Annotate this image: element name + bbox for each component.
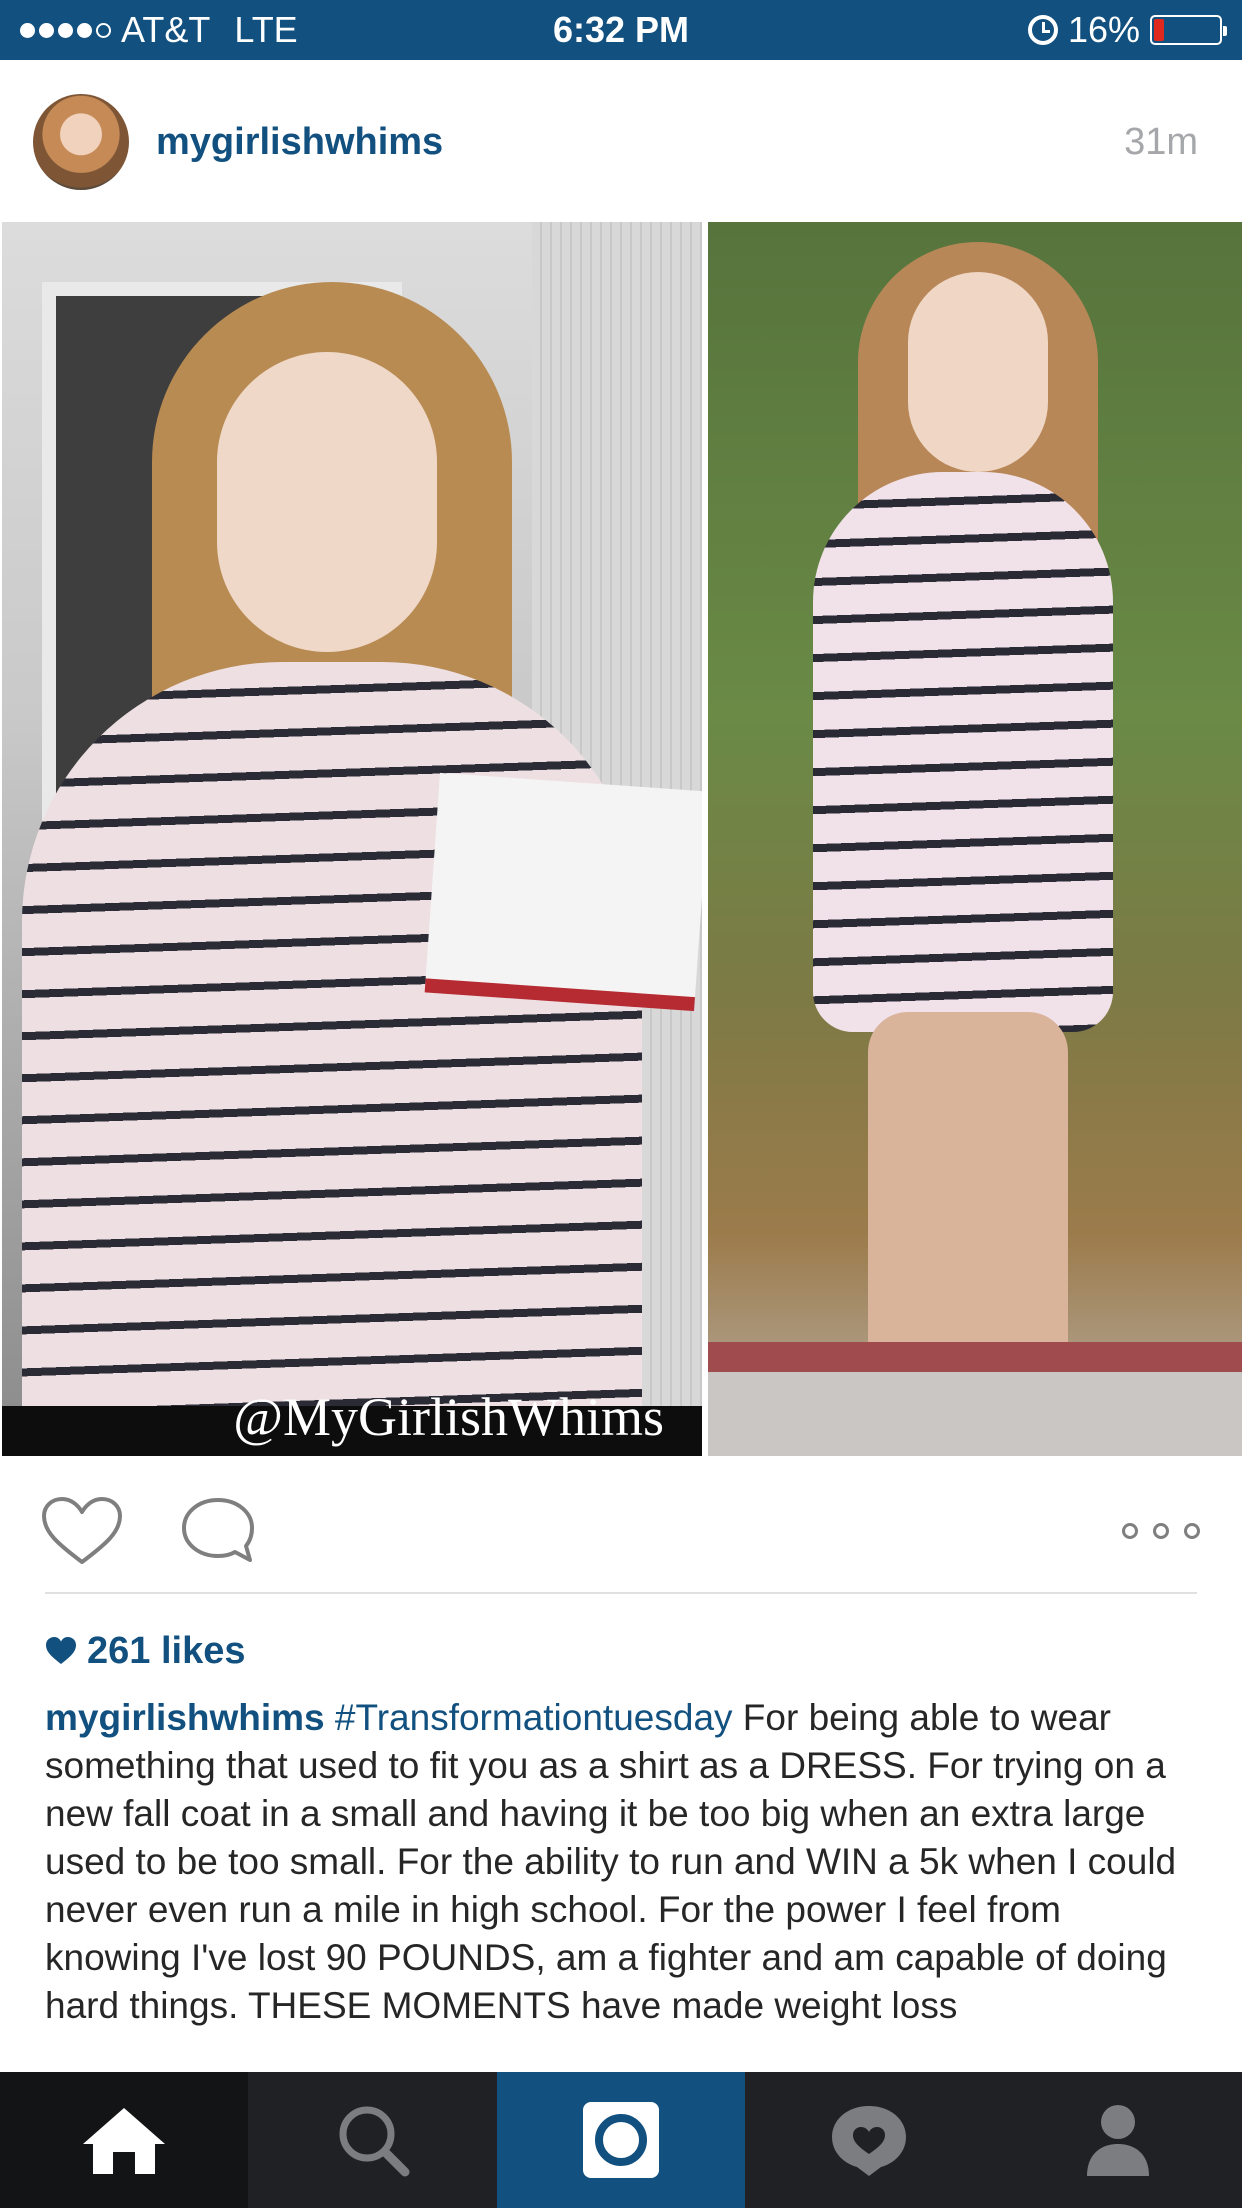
post-photo[interactable]: @MyGirlishWhims [0,222,1242,1456]
likes-label: 261 likes [87,1629,246,1672]
tab-activity[interactable] [745,2072,993,2208]
comment-button[interactable] [180,1496,256,1566]
caption-hashtag[interactable]: #Transformationtuesday [335,1697,733,1738]
search-icon [339,2106,410,2177]
more-options-icon[interactable] [1122,1519,1200,1543]
status-right: 16% [1027,0,1227,60]
caption-username[interactable]: mygirlishwhims [45,1697,325,1738]
post-username[interactable]: mygirlishwhims [156,112,443,172]
avatar[interactable] [33,94,129,190]
post-timestamp: 31m [1124,121,1198,163]
more-dot [1184,1523,1200,1539]
more-dot [1122,1523,1138,1539]
comment-icon [182,1498,254,1562]
battery-fill [1154,19,1165,41]
camera-icon [582,2102,659,2178]
battery-percent: 16% [1067,9,1140,50]
striped-dress [813,472,1113,1032]
post-header: mygirlishwhims 31m [0,60,1242,220]
status-bar: AT&T LTE 6:32 PM 16% [0,0,1242,60]
before-photo: @MyGirlishWhims [2,222,702,1456]
like-button[interactable] [40,1496,124,1566]
curb [708,1342,1242,1372]
more-dot [1153,1523,1169,1539]
caption: mygirlishwhims #Transformationtuesday Fo… [45,1694,1205,2072]
profile-icon [1086,2105,1149,2176]
tab-home[interactable] [0,2072,249,2208]
face [217,352,437,652]
legs [868,1012,1068,1392]
face [908,272,1048,472]
divider [45,1592,1197,1594]
tab-camera[interactable] [496,2072,746,2208]
battery-icon [1150,15,1227,45]
sidewalk [708,1372,1242,1456]
alarm-icon [1027,15,1058,45]
heart-icon [42,1497,122,1564]
activity-icon [832,2106,907,2176]
tab-bar [0,2072,1242,2208]
caption-text: For being able to wear something that us… [45,1697,1177,2026]
small-heart-icon [46,1637,76,1664]
home-icon [83,2108,166,2174]
after-photo [708,222,1242,1456]
post-actions [0,1456,1242,1596]
likes-count[interactable]: 261 likes [45,1625,245,1677]
shipping-box [424,772,702,1012]
tab-profile[interactable] [994,2072,1242,2208]
tab-search[interactable] [248,2072,496,2208]
watermark: @MyGirlishWhims [233,1387,664,1447]
